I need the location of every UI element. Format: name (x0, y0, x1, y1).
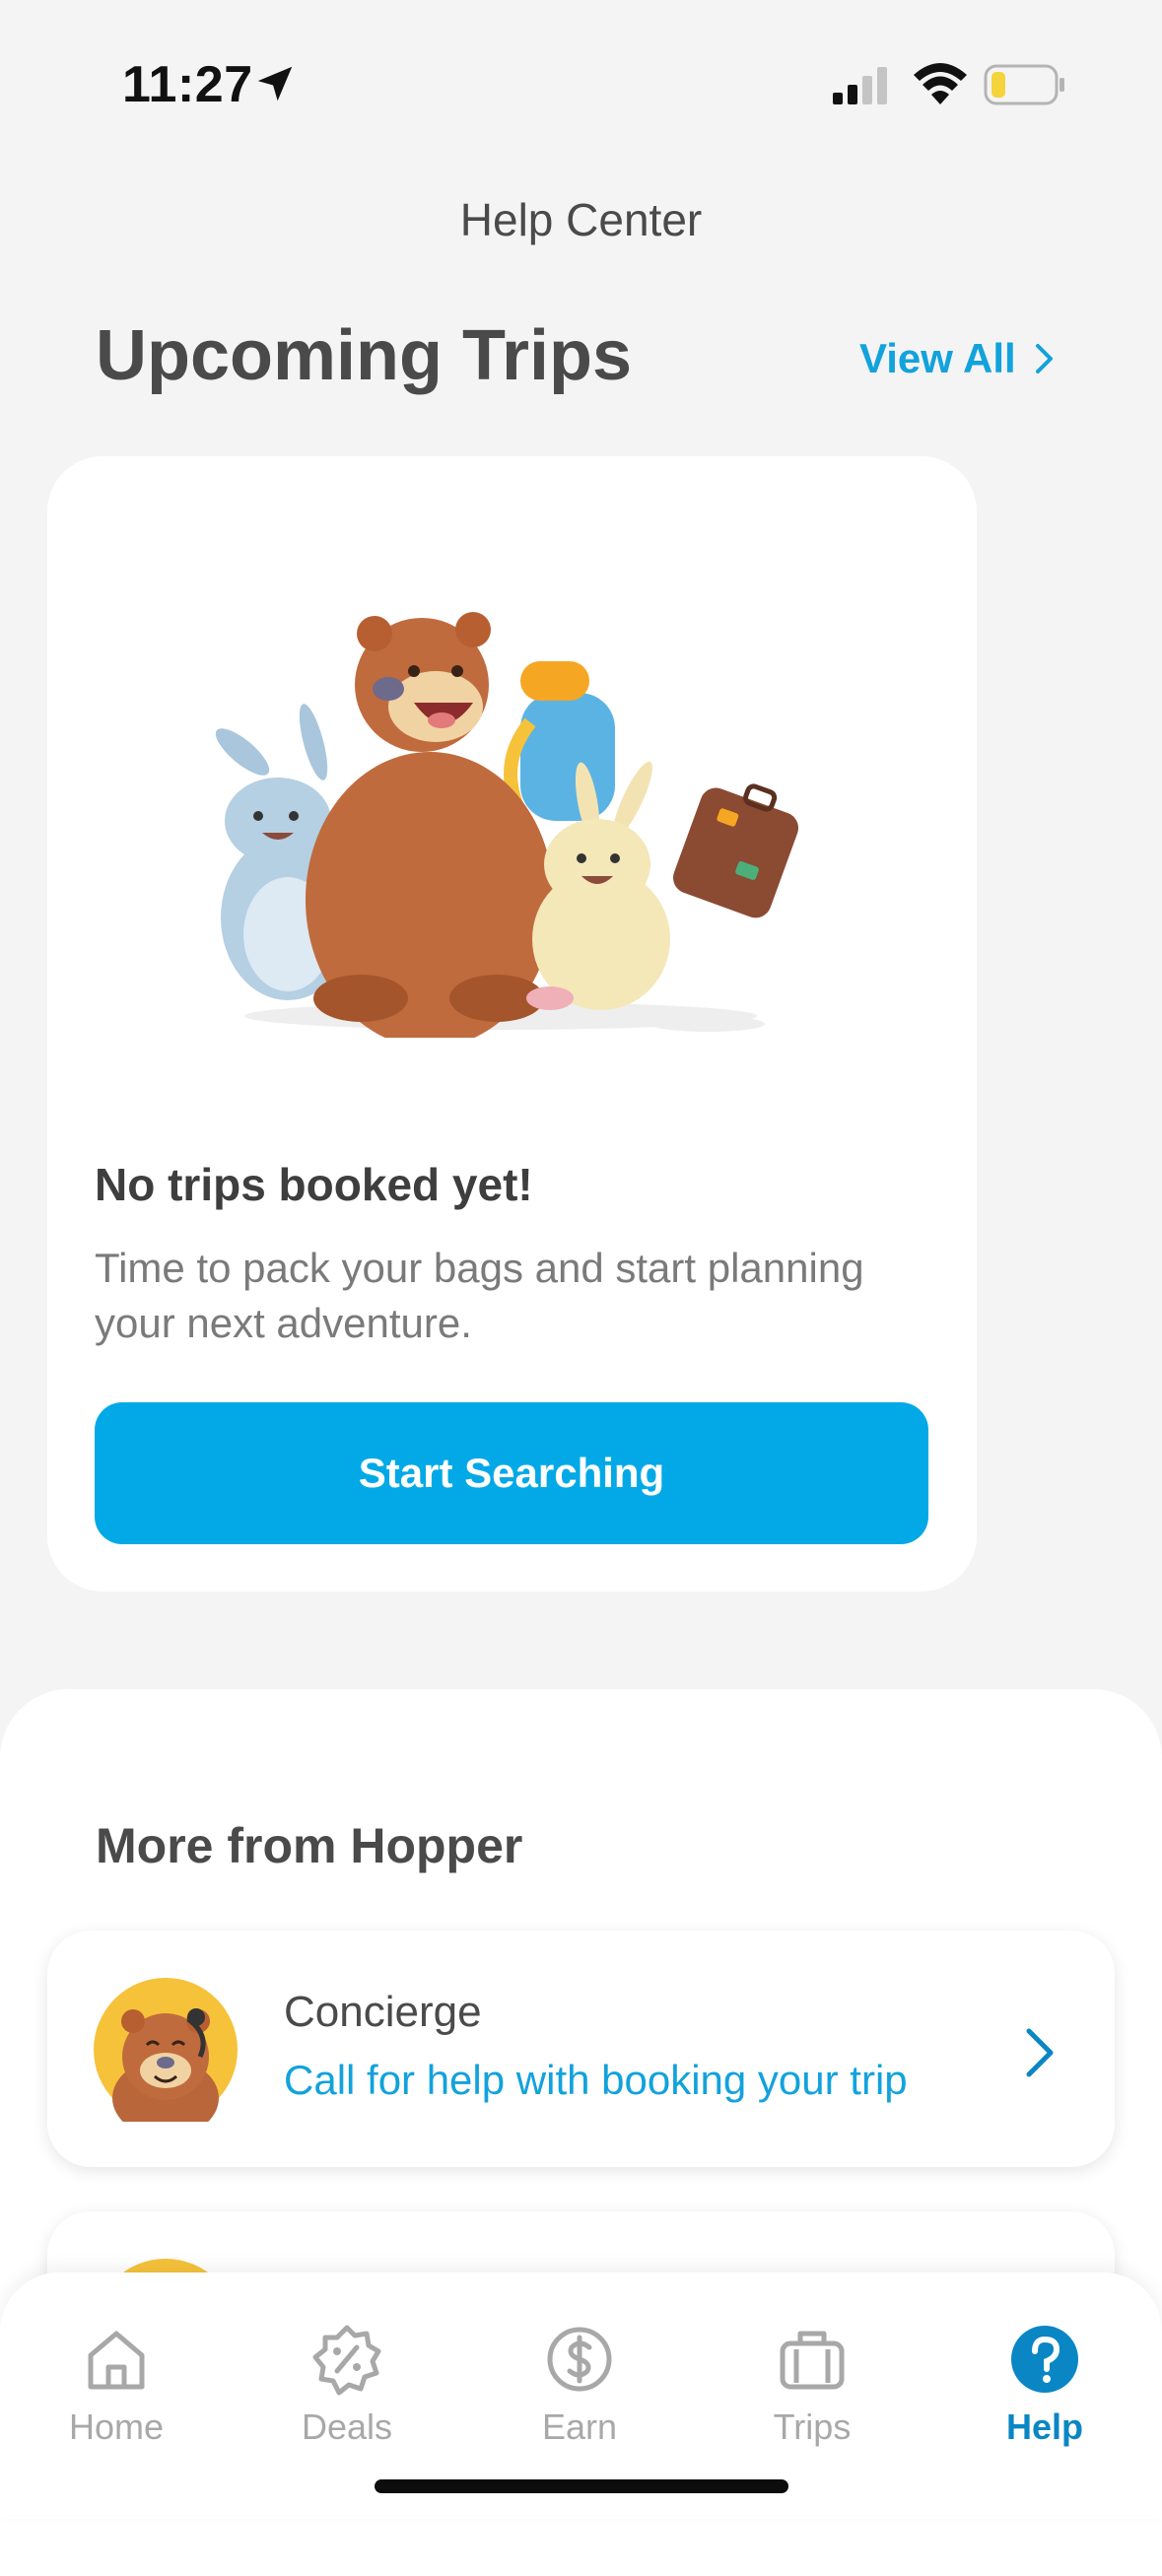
chevron-right-icon (1035, 344, 1053, 373)
concierge-subtitle: Call for help with booking your trip (284, 2057, 908, 2103)
more-from-hopper-heading: More from Hopper (96, 1818, 523, 1873)
view-all-link[interactable]: View All (859, 335, 1056, 382)
concierge-card[interactable]: Concierge Call for help with booking you… (47, 1931, 1115, 2167)
status-time: 11:27 (122, 56, 253, 113)
chevron-right-icon (1026, 2028, 1054, 2077)
deals-icon (312, 2325, 381, 2396)
earn-icon (547, 2327, 612, 2392)
location-arrow-icon (257, 66, 293, 102)
tab-deals[interactable]: Deals (248, 2320, 445, 2448)
tab-trips-label: Trips (773, 2407, 852, 2447)
tab-deals-label: Deals (301, 2407, 393, 2447)
concierge-title: Concierge (284, 1988, 482, 2036)
suitcase-figure (673, 783, 799, 918)
tab-help[interactable]: Help (946, 2320, 1143, 2448)
tab-home[interactable]: Home (18, 2320, 215, 2448)
tab-home-label: Home (68, 2407, 165, 2447)
home-indicator (375, 2479, 788, 2493)
wifi-icon (914, 63, 967, 104)
help-icon (1011, 2326, 1078, 2393)
empty-state-title: No trips booked yet! (95, 1159, 533, 1210)
tab-earn[interactable]: Earn (481, 2320, 678, 2448)
upcoming-trips-card: No trips booked yet! Time to pack your b… (47, 456, 977, 1592)
page-title: Help Center (459, 194, 703, 245)
home-icon (88, 2331, 145, 2390)
trips-icon (780, 2331, 845, 2390)
backpack-figure (504, 661, 615, 835)
tab-earn-label: Earn (541, 2407, 618, 2447)
tab-help-label: Help (1005, 2407, 1083, 2447)
tab-trips[interactable]: Trips (714, 2320, 911, 2448)
start-searching-button[interactable]: Start Searching (95, 1402, 928, 1544)
view-all-label: View All (859, 335, 1016, 381)
empty-state-description: Time to pack your bags and start plannin… (95, 1245, 864, 1346)
concierge-bear-avatar-icon (94, 1978, 238, 2122)
bear-figure (306, 612, 554, 1038)
cellular-signal-icon (833, 67, 887, 104)
travel-mascots-illustration (203, 612, 799, 1038)
upcoming-trips-heading: Upcoming Trips (96, 316, 633, 395)
battery-icon (984, 64, 1064, 105)
